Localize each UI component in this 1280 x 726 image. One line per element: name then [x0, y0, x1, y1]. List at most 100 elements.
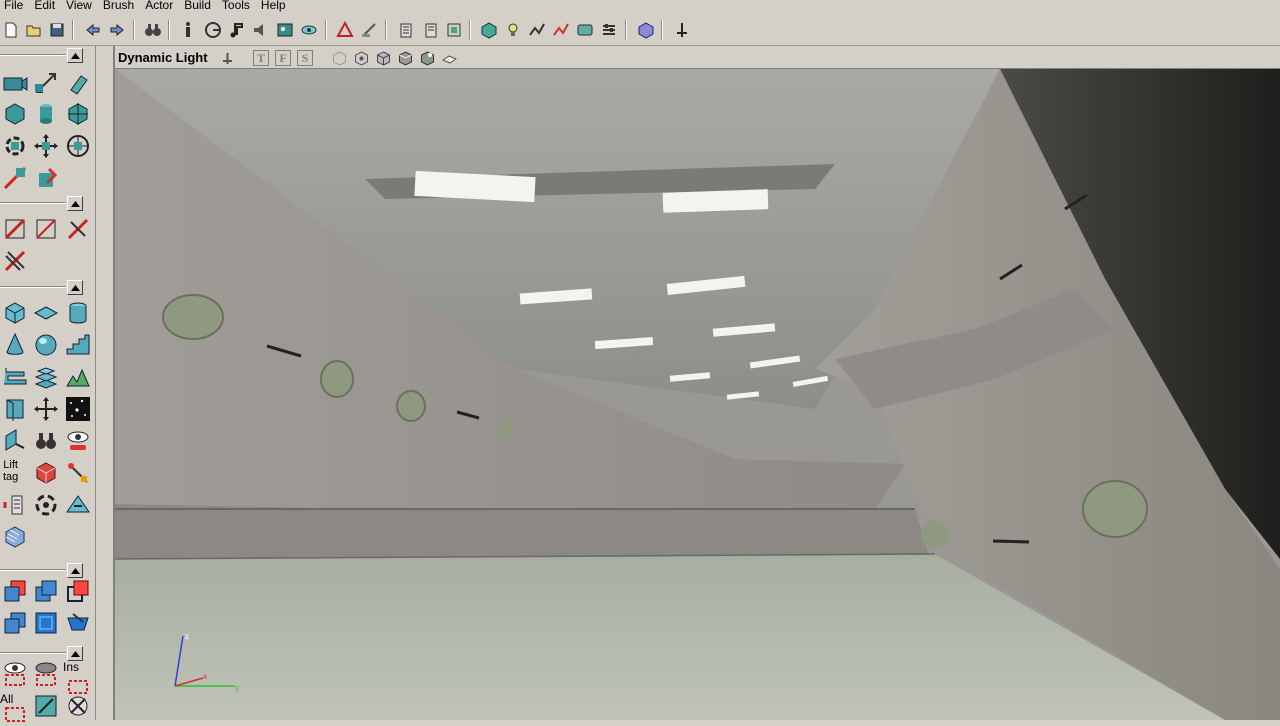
new-file-icon[interactable]: [1, 20, 21, 40]
cylinder-builder-icon[interactable]: [63, 298, 93, 328]
path-nodes-icon[interactable]: [527, 20, 547, 40]
build-paths-icon[interactable]: [479, 20, 499, 40]
menu-help[interactable]: Help: [257, 0, 293, 13]
volume-brush-icon[interactable]: [0, 522, 30, 552]
volumetric-builder-icon[interactable]: [0, 394, 30, 424]
viewport-render-mode-label[interactable]: Dynamic Light: [118, 50, 208, 65]
collapse-section-button[interactable]: [67, 280, 83, 295]
panel-scrollbar[interactable]: [96, 46, 113, 720]
settings-sliders-icon[interactable]: [599, 20, 619, 40]
csg-add-icon[interactable]: [0, 576, 30, 606]
mover-props-icon[interactable]: [0, 490, 30, 520]
starfield-icon[interactable]: [63, 394, 93, 424]
undo-icon[interactable]: [83, 20, 103, 40]
viewport-lock-icon[interactable]: [219, 50, 235, 66]
cone-builder-icon[interactable]: [0, 330, 30, 360]
brush-clip-icon[interactable]: [359, 20, 379, 40]
vertex-edit-icon[interactable]: [0, 99, 30, 129]
side-view-button[interactable]: S: [297, 50, 313, 66]
texture-pan-icon[interactable]: [31, 163, 61, 193]
unlit-mode-icon[interactable]: [441, 50, 457, 66]
music-browser-icon[interactable]: [227, 20, 247, 40]
sphere-builder-icon[interactable]: [31, 330, 61, 360]
cube-builder-icon[interactable]: [0, 298, 30, 328]
sheet-builder-icon[interactable]: [31, 298, 61, 328]
level-scene-render: z y x: [115, 69, 1280, 720]
binoculars-icon[interactable]: [143, 20, 163, 40]
redo-icon[interactable]: [107, 20, 127, 40]
menu-brush[interactable]: Brush: [99, 0, 141, 13]
select-all-icon[interactable]: [31, 691, 61, 721]
perspective-viewport[interactable]: Dynamic Light T F S z y x: [113, 46, 1280, 720]
sheet-face-icon[interactable]: [63, 490, 93, 520]
move-tool-icon[interactable]: [31, 394, 61, 424]
linear-stair-builder-icon[interactable]: [63, 330, 93, 360]
red-cube-icon[interactable]: [31, 458, 61, 488]
line-tool-icon[interactable]: [0, 214, 30, 244]
texture-mode-icon[interactable]: [375, 50, 391, 66]
add-static-mesh-icon[interactable]: [63, 608, 93, 638]
play-level-icon[interactable]: [575, 20, 595, 40]
camera-move-icon[interactable]: [0, 68, 30, 98]
actor-scale-icon[interactable]: [31, 68, 61, 98]
lift-label: Lift: [3, 459, 18, 471]
texture-browser-icon[interactable]: [275, 20, 295, 40]
mesh-browser-icon[interactable]: [299, 20, 319, 40]
save-icon[interactable]: [47, 20, 67, 40]
show-all-icon[interactable]: [0, 696, 30, 726]
csg-intersect-icon[interactable]: [63, 576, 93, 606]
brush-resize-icon[interactable]: [0, 163, 30, 193]
add-special-brush-icon[interactable]: [0, 426, 30, 456]
curved-stair-builder-icon[interactable]: [0, 362, 30, 392]
rotate-actor-icon[interactable]: [31, 490, 61, 520]
collapse-section-button[interactable]: [67, 196, 83, 211]
lift-tool-icon[interactable]: [63, 458, 93, 488]
group-browser-icon[interactable]: [203, 20, 223, 40]
rotate-brush-icon[interactable]: [0, 131, 30, 161]
collapse-section-button[interactable]: [67, 48, 83, 63]
build-geometry-icon[interactable]: [396, 20, 416, 40]
menu-file[interactable]: File: [0, 0, 30, 13]
hide-selected-icon[interactable]: [31, 659, 61, 689]
viewport-header: Dynamic Light T F S: [115, 46, 1280, 69]
menu-view[interactable]: View: [62, 0, 99, 13]
add-mover-icon[interactable]: [31, 608, 61, 638]
cube-icon[interactable]: [636, 20, 656, 40]
terrain-edit-icon[interactable]: [63, 131, 93, 161]
collapse-section-button[interactable]: [67, 646, 83, 661]
show-actors-icon[interactable]: [63, 426, 93, 456]
menu-actor[interactable]: Actor: [141, 0, 180, 13]
camera-align-icon[interactable]: [63, 691, 93, 721]
open-folder-icon[interactable]: [24, 20, 44, 40]
front-view-button[interactable]: F: [275, 50, 291, 66]
brush-clip-tool-icon[interactable]: [63, 99, 93, 129]
build-props-icon[interactable]: [420, 20, 440, 40]
build-all-icon[interactable]: [551, 20, 571, 40]
edge-turn-icon[interactable]: [0, 246, 30, 276]
dynamic-light-mode-icon[interactable]: [419, 50, 435, 66]
csg-deintersect-icon[interactable]: [0, 608, 30, 638]
eraser-icon[interactable]: [63, 68, 93, 98]
lighting-mode-icon[interactable]: [397, 50, 413, 66]
move-brush-icon[interactable]: [31, 131, 61, 161]
2d-editor-icon[interactable]: [335, 20, 355, 40]
light-bulb-icon[interactable]: [503, 20, 523, 40]
search-binoculars-icon[interactable]: [31, 426, 61, 456]
menu-build[interactable]: Build: [180, 0, 218, 13]
show-selected-icon[interactable]: [0, 659, 30, 689]
actor-props-icon[interactable]: [178, 20, 198, 40]
menu-tools[interactable]: Tools: [218, 0, 257, 13]
build-lighting-icon[interactable]: [444, 20, 464, 40]
terrain-builder-icon[interactable]: [63, 362, 93, 392]
edge-split-icon[interactable]: [63, 214, 93, 244]
menu-edit[interactable]: Edit: [30, 0, 62, 13]
top-view-button[interactable]: T: [253, 50, 269, 66]
zone-mode-icon[interactable]: [353, 50, 369, 66]
spiral-stair-builder-icon[interactable]: [31, 362, 61, 392]
cylinder-select-icon[interactable]: [31, 99, 61, 129]
lock-icon[interactable]: [672, 20, 692, 40]
wireframe-mode-icon[interactable]: [331, 50, 347, 66]
face-drag-icon[interactable]: [31, 214, 61, 244]
sound-browser-icon[interactable]: [251, 20, 271, 40]
csg-subtract-icon[interactable]: [31, 576, 61, 606]
